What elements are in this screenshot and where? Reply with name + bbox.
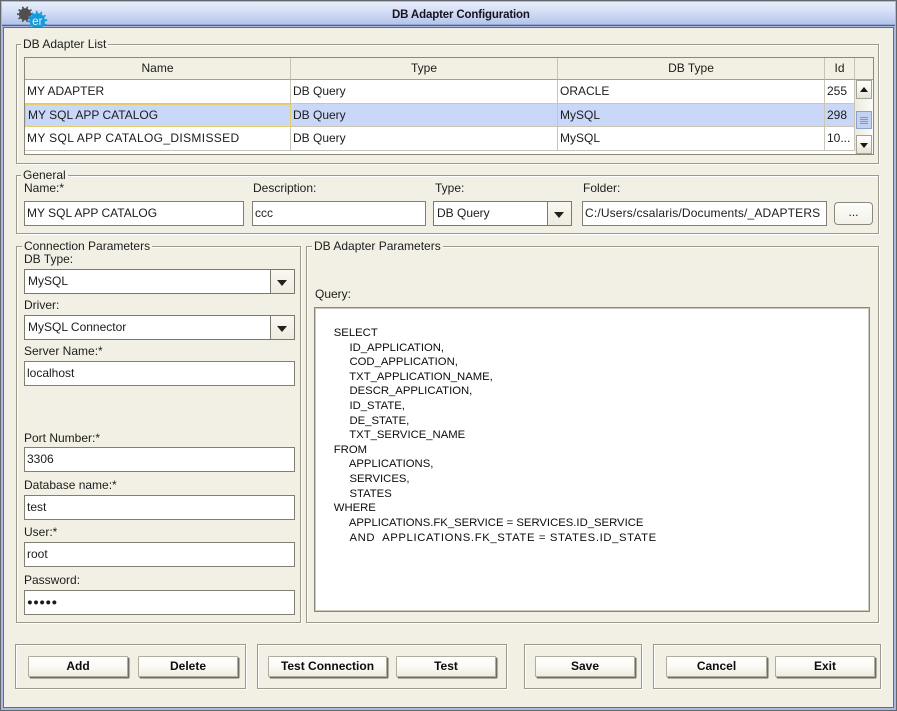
svg-text:er: er bbox=[32, 16, 42, 28]
